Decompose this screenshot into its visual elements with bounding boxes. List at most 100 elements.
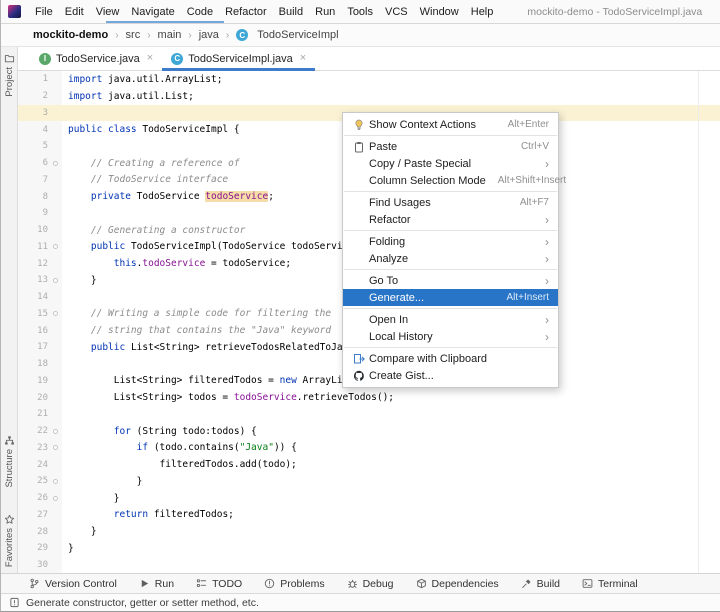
fold-marker-icon[interactable]	[53, 311, 58, 316]
fold-marker-icon[interactable]	[53, 496, 58, 501]
code-text[interactable]: List<String> todos = todoService.retriev…	[62, 392, 394, 403]
code-text[interactable]: return filteredTodos;	[62, 509, 234, 520]
tool-window-button-run[interactable]: Run	[139, 578, 174, 590]
code-text[interactable]: for (String todo:todos) {	[62, 426, 257, 437]
code-text[interactable]: // Writing a simple code for filtering t…	[62, 308, 331, 319]
breadcrumb-label: src	[126, 29, 141, 41]
breadcrumb-item-mockito-demo[interactable]: mockito-demo	[31, 28, 110, 42]
tool-window-button-version-control[interactable]: Version Control	[29, 578, 117, 590]
gutter: 10	[18, 222, 62, 239]
tool-window-button-todo[interactable]: TODO	[196, 578, 242, 590]
menu-item-open-in[interactable]: Open In›	[343, 311, 558, 328]
tab-close-icon[interactable]: ×	[300, 53, 306, 64]
fold-marker-icon[interactable]	[53, 429, 58, 434]
code-token: }	[68, 543, 74, 554]
editor-tabbar: ITodoService.java×CTodoServiceImpl.java×	[18, 47, 720, 71]
breadcrumb-separator-icon: ›	[147, 30, 150, 41]
code-text[interactable]: }	[62, 493, 119, 504]
code-text[interactable]: this.todoService = todoService;	[62, 258, 291, 269]
menu-item-generate[interactable]: Generate...Alt+Insert	[343, 289, 558, 306]
tool-window-button-debug[interactable]: Debug	[347, 578, 394, 590]
code-text[interactable]: import java.util.List;	[62, 91, 194, 102]
menubar-item-view[interactable]: View	[90, 6, 126, 18]
menubar-item-edit[interactable]: Edit	[59, 6, 90, 18]
tool-window-button-dependencies[interactable]: Dependencies	[416, 578, 499, 590]
tool-window-button-terminal[interactable]: Terminal	[582, 578, 638, 590]
code-token: TodoServiceImpl(TodoService todoService)…	[131, 241, 371, 252]
fold-marker-icon[interactable]	[53, 161, 58, 166]
code-text[interactable]: // string that contains the "Java" keywo…	[62, 325, 331, 336]
code-line: 20 List<String> todos = todoService.retr…	[18, 389, 720, 406]
code-token	[68, 258, 114, 269]
tool-stripe-label: Favorites	[4, 528, 15, 567]
menubar-item-tools[interactable]: Tools	[341, 6, 379, 18]
code-token: List<String> todos =	[68, 392, 234, 403]
line-number: 13	[18, 275, 48, 285]
menubar-item-help[interactable]: Help	[465, 6, 500, 18]
code-token	[68, 241, 91, 252]
menu-item-label: Find Usages	[369, 197, 508, 209]
menubar-item-vcs[interactable]: VCS	[379, 6, 414, 18]
line-number: 10	[18, 225, 48, 235]
tab-todoservice-java[interactable]: ITodoService.java×	[30, 47, 162, 70]
code-text[interactable]: filteredTodos.add(todo);	[62, 459, 297, 470]
menubar-item-run[interactable]: Run	[309, 6, 341, 18]
code-text[interactable]: // Generating a constructor	[62, 225, 245, 236]
tool-window-label: Dependencies	[432, 578, 499, 590]
code-token: if	[137, 442, 148, 453]
tab-close-icon[interactable]: ×	[147, 53, 153, 64]
menubar-item-build[interactable]: Build	[273, 6, 309, 18]
fold-marker-icon[interactable]	[53, 244, 58, 249]
code-text[interactable]: // TodoService interface	[62, 174, 228, 185]
menubar-item-refactor[interactable]: Refactor	[219, 6, 273, 18]
menu-item-folding[interactable]: Folding›	[343, 233, 558, 250]
gutter: 12	[18, 255, 62, 272]
code-text[interactable]: if (todo.contains("Java")) {	[62, 442, 297, 453]
tool-stripe-favorites[interactable]: Favorites	[4, 514, 15, 567]
fold-marker-icon[interactable]	[53, 278, 58, 283]
tool-stripe-structure[interactable]: Structure	[4, 435, 15, 488]
code-text[interactable]: private TodoService todoService;	[62, 191, 274, 202]
menu-item-paste[interactable]: PasteCtrl+V	[343, 138, 558, 155]
fold-marker-icon[interactable]	[53, 479, 58, 484]
menu-item-refactor[interactable]: Refactor›	[343, 211, 558, 228]
breadcrumb-item-todoserviceimpl[interactable]: CTodoServiceImpl	[234, 28, 340, 42]
tool-stripe-project[interactable]: Project	[4, 53, 15, 97]
menu-item-analyze[interactable]: Analyze›	[343, 250, 558, 267]
menu-item-go-to[interactable]: Go To›	[343, 272, 558, 289]
code-text[interactable]: }	[62, 275, 97, 286]
fold-marker-icon[interactable]	[53, 445, 58, 450]
menu-item-create-gist[interactable]: Create Gist...	[343, 367, 558, 384]
menu-item-local-history[interactable]: Local History›	[343, 328, 558, 345]
code-text[interactable]: // Creating a reference of	[62, 158, 240, 169]
gutter: 13	[18, 272, 62, 289]
menu-item-compare-with-clipboard[interactable]: Compare with Clipboard	[343, 350, 558, 367]
code-text[interactable]: import java.util.ArrayList;	[62, 74, 222, 85]
menubar-item-navigate[interactable]: Navigate	[125, 6, 180, 18]
code-text[interactable]: public TodoServiceImpl(TodoService todoS…	[62, 241, 371, 252]
menu-item-show-context-actions[interactable]: Show Context ActionsAlt+Enter	[343, 116, 558, 133]
tab-todoserviceimpl-java[interactable]: CTodoServiceImpl.java×	[162, 47, 315, 70]
breadcrumb-item-java[interactable]: java	[197, 28, 221, 42]
tool-window-button-build[interactable]: Build	[521, 578, 560, 590]
tool-window-button-problems[interactable]: Problems	[264, 578, 324, 590]
code-text[interactable]: }	[62, 526, 97, 537]
breadcrumb-item-src[interactable]: src	[124, 28, 143, 42]
gutter: 17	[18, 339, 62, 356]
menu-item-copy-paste-special[interactable]: Copy / Paste Special›	[343, 155, 558, 172]
code-token: import	[68, 91, 108, 102]
code-text[interactable]: }	[62, 476, 142, 487]
gutter: 8	[18, 188, 62, 205]
menubar-item-file[interactable]: File	[29, 6, 59, 18]
menu-shortcut: Alt+Enter	[508, 119, 549, 130]
menu-item-find-usages[interactable]: Find UsagesAlt+F7	[343, 194, 558, 211]
menu-shortcut: Ctrl+V	[521, 141, 549, 152]
menubar-item-window[interactable]: Window	[414, 6, 465, 18]
breadcrumb-item-main[interactable]: main	[156, 28, 184, 42]
menu-item-column-selection-mode[interactable]: Column Selection ModeAlt+Shift+Insert	[343, 172, 558, 189]
code-text[interactable]: public class TodoServiceImpl {	[62, 124, 240, 135]
menu-item-label: Copy / Paste Special	[369, 158, 533, 170]
code-text[interactable]: }	[62, 543, 74, 554]
gutter: 14	[18, 289, 62, 306]
menubar-item-code[interactable]: Code	[181, 6, 219, 18]
